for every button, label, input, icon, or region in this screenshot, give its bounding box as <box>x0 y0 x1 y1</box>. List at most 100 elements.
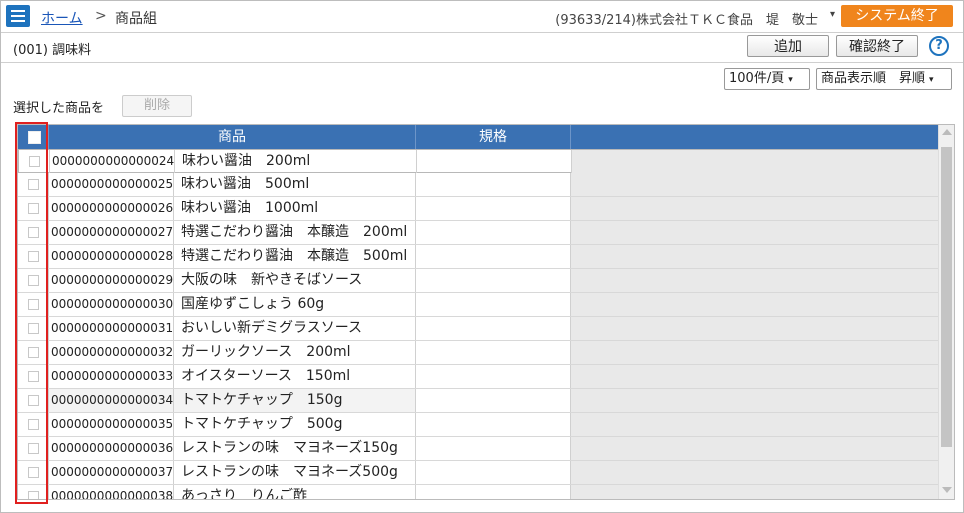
spec-cell <box>416 269 571 292</box>
table-row[interactable]: 0000000000000033 オイスターソース 150ml <box>18 365 939 389</box>
empty-cell <box>572 150 940 173</box>
table-row[interactable]: 0000000000000027 特選こだわり醤油 本醸造 200ml <box>18 221 939 245</box>
table-row[interactable]: 0000000000000035 トマトケチャップ 500g <box>18 413 939 437</box>
table-row[interactable]: 0000000000000038 あっさり りんご酢 <box>18 485 939 499</box>
scroll-down-icon[interactable] <box>942 487 952 493</box>
help-icon[interactable]: ? <box>929 36 949 56</box>
page-title: (001) 調味料 <box>13 43 92 58</box>
delete-button[interactable]: 削除 <box>122 95 192 117</box>
spec-cell <box>416 389 571 412</box>
row-checkbox-cell[interactable] <box>18 221 49 244</box>
row-checkbox-cell[interactable] <box>18 293 49 316</box>
spec-cell <box>416 461 571 484</box>
row-checkbox-cell[interactable] <box>19 150 50 173</box>
vertical-scrollbar[interactable] <box>938 125 954 499</box>
empty-cell <box>571 461 939 484</box>
row-checkbox-cell[interactable] <box>18 341 49 364</box>
row-checkbox[interactable] <box>28 251 39 262</box>
grid-header: 商品 規格 <box>18 125 939 149</box>
row-checkbox[interactable] <box>28 419 39 430</box>
scrollbar-thumb[interactable] <box>941 147 952 447</box>
scroll-up-icon[interactable] <box>942 129 952 135</box>
app-frame: ホーム > 商品組 (93633/214)株式会社ＴＫＣ食品 堤 敬士 ▾ シス… <box>0 0 964 513</box>
row-checkbox-cell[interactable] <box>18 197 49 220</box>
table-row[interactable]: 0000000000000037 レストランの味 マヨネーズ500g <box>18 461 939 485</box>
per-page-value: 100件/頁 <box>729 71 785 86</box>
column-header-product[interactable]: 商品 <box>49 125 416 149</box>
row-checkbox[interactable] <box>28 227 39 238</box>
row-checkbox[interactable] <box>28 443 39 454</box>
table-row[interactable]: 0000000000000034 トマトケチャップ 150g <box>18 389 939 413</box>
empty-cell <box>571 173 939 196</box>
table-row[interactable]: 0000000000000032 ガーリックソース 200ml <box>18 341 939 365</box>
empty-cell <box>571 437 939 460</box>
select-all-cell[interactable] <box>18 125 49 149</box>
row-checkbox-cell[interactable] <box>18 245 49 268</box>
row-checkbox[interactable] <box>28 299 39 310</box>
row-checkbox-cell[interactable] <box>18 437 49 460</box>
row-checkbox[interactable] <box>28 323 39 334</box>
row-checkbox-cell[interactable] <box>18 365 49 388</box>
product-code-cell: 0000000000000029 <box>49 269 174 292</box>
spec-cell <box>416 293 571 316</box>
select-all-checkbox[interactable] <box>28 131 41 144</box>
spec-cell <box>416 341 571 364</box>
hamburger-menu-icon[interactable] <box>6 5 30 27</box>
product-name-cell: オイスターソース 150ml <box>174 365 416 388</box>
row-checkbox-cell[interactable] <box>18 269 49 292</box>
table-row[interactable]: 0000000000000026 味わい醤油 1000ml <box>18 197 939 221</box>
table-row[interactable]: 0000000000000030 国産ゆずこしょう 60g <box>18 293 939 317</box>
sort-order-select[interactable]: 商品表示順 昇順 ▾ <box>816 68 952 90</box>
confirm-finish-button[interactable]: 確認終了 <box>836 35 918 57</box>
row-checkbox[interactable] <box>28 371 39 382</box>
row-checkbox-cell[interactable] <box>18 317 49 340</box>
chevron-down-icon: ▾ <box>788 75 793 85</box>
product-code-cell: 0000000000000027 <box>49 221 174 244</box>
table-row[interactable]: 0000000000000025 味わい醤油 500ml <box>18 173 939 197</box>
table-row[interactable]: 0000000000000029 大阪の味 新やきそばソース <box>18 269 939 293</box>
table-row[interactable]: 0000000000000031 おいしい新デミグラスソース <box>18 317 939 341</box>
row-checkbox-cell[interactable] <box>18 389 49 412</box>
sort-order-value: 商品表示順 昇順 <box>821 71 926 86</box>
table-row[interactable]: 0000000000000028 特選こだわり醤油 本醸造 500ml <box>18 245 939 269</box>
breadcrumb-home-link[interactable]: ホーム <box>41 8 83 28</box>
row-checkbox[interactable] <box>28 275 39 286</box>
product-code-cell: 0000000000000030 <box>49 293 174 316</box>
row-checkbox-cell[interactable] <box>18 461 49 484</box>
row-checkbox-cell[interactable] <box>18 485 49 499</box>
product-code-cell: 0000000000000038 <box>49 485 174 499</box>
row-checkbox[interactable] <box>28 395 39 406</box>
user-info[interactable]: (93633/214)株式会社ＴＫＣ食品 堤 敬士 <box>555 9 818 28</box>
per-page-select[interactable]: 100件/頁 ▾ <box>724 68 810 90</box>
row-checkbox[interactable] <box>29 156 40 167</box>
product-code-cell: 0000000000000034 <box>49 389 174 412</box>
system-exit-button[interactable]: システム終了 <box>841 5 953 27</box>
product-code-cell: 0000000000000032 <box>49 341 174 364</box>
breadcrumb-current: 商品組 <box>115 11 157 27</box>
chevron-down-icon: ▾ <box>929 75 934 85</box>
empty-cell <box>571 221 939 244</box>
column-header-spec[interactable]: 規格 <box>416 125 571 149</box>
row-checkbox[interactable] <box>28 203 39 214</box>
row-checkbox[interactable] <box>28 347 39 358</box>
product-name-cell: トマトケチャップ 150g <box>174 389 416 412</box>
add-button[interactable]: 追加 <box>747 35 829 57</box>
breadcrumb-separator: > <box>95 8 107 24</box>
empty-cell <box>571 389 939 412</box>
table-row[interactable]: 0000000000000036 レストランの味 マヨネーズ150g <box>18 437 939 461</box>
row-checkbox-cell[interactable] <box>18 173 49 196</box>
empty-cell <box>571 269 939 292</box>
row-checkbox-cell[interactable] <box>18 413 49 436</box>
row-checkbox[interactable] <box>28 179 39 190</box>
column-header-empty <box>571 125 939 149</box>
product-name-cell: 特選こだわり醤油 本醸造 500ml <box>174 245 416 268</box>
product-name-cell: 国産ゆずこしょう 60g <box>174 293 416 316</box>
spec-cell <box>416 437 571 460</box>
row-checkbox[interactable] <box>28 467 39 478</box>
spec-cell <box>416 317 571 340</box>
product-code-cell: 0000000000000028 <box>49 245 174 268</box>
spec-cell <box>417 150 572 173</box>
row-checkbox[interactable] <box>28 491 39 499</box>
table-row[interactable]: 0000000000000024 味わい醤油 200ml <box>18 149 940 173</box>
user-menu-caret-icon[interactable]: ▾ <box>830 9 835 20</box>
